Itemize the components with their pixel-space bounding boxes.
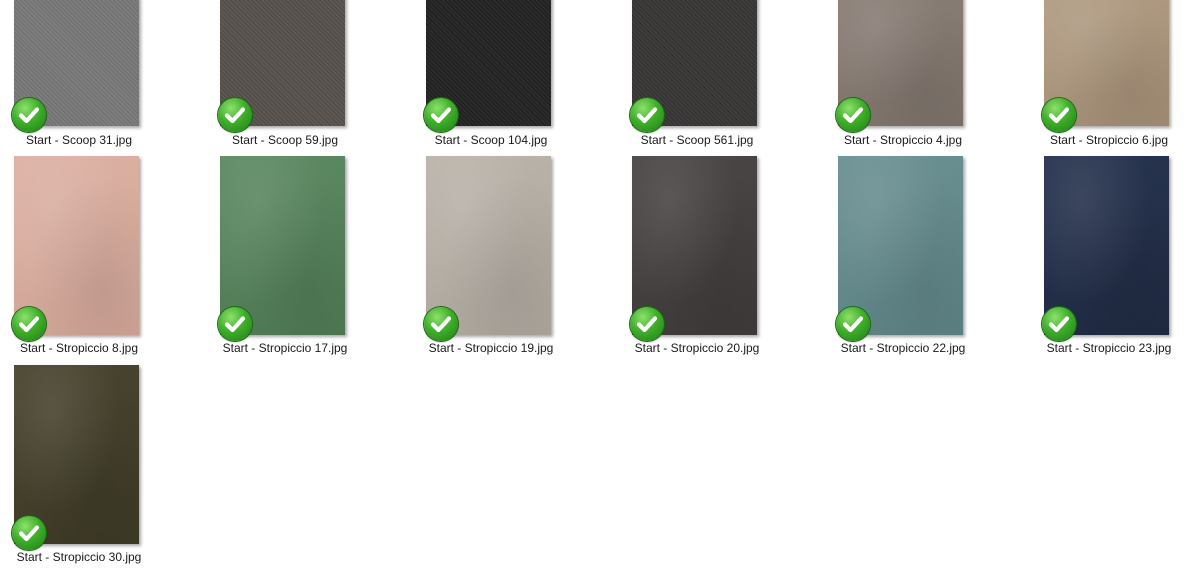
file-name-label: Start - Scoop 561.jpg	[640, 133, 754, 147]
green-check-icon	[424, 307, 458, 341]
file-item[interactable]: Start - Stropiccio 20.jpg	[589, 156, 795, 365]
file-name-label: Start - Stropiccio 23.jpg	[1046, 341, 1172, 355]
file-item[interactable]: Start - Stropiccio 19.jpg	[383, 156, 589, 365]
file-item[interactable]: Start - Stropiccio 8.jpg	[0, 156, 177, 365]
green-check-icon	[12, 307, 46, 341]
green-check-icon	[836, 98, 870, 132]
file-name-label: Start - Stropiccio 17.jpg	[222, 341, 348, 355]
file-item[interactable]: Start - Stropiccio 17.jpg	[177, 156, 383, 365]
green-check-icon	[12, 98, 46, 132]
file-icon-grid: Start - Scoop 31.jpg Start - Scoop 59.jpg…	[0, 0, 1200, 569]
file-name-label: Start - Stropiccio 6.jpg	[1049, 133, 1169, 147]
file-name-label: Start - Stropiccio 19.jpg	[428, 341, 554, 355]
file-name-label: Start - Stropiccio 20.jpg	[634, 341, 760, 355]
green-check-icon	[1042, 307, 1076, 341]
file-name-label: Start - Scoop 104.jpg	[434, 133, 548, 147]
file-name-label: Start - Stropiccio 4.jpg	[843, 133, 963, 147]
file-item[interactable]: Start - Stropiccio 23.jpg	[1001, 156, 1200, 365]
file-name-label: Start - Stropiccio 30.jpg	[16, 550, 142, 564]
file-item[interactable]: Start - Stropiccio 22.jpg	[795, 156, 1001, 365]
green-check-icon	[1042, 98, 1076, 132]
file-item[interactable]: Start - Stropiccio 30.jpg	[0, 365, 177, 569]
green-check-icon	[424, 98, 458, 132]
green-check-icon	[836, 307, 870, 341]
green-check-icon	[12, 516, 46, 550]
file-name-label: Start - Scoop 59.jpg	[231, 133, 339, 147]
green-check-icon	[630, 98, 664, 132]
file-name-label: Start - Stropiccio 8.jpg	[19, 341, 139, 355]
file-name-label: Start - Scoop 31.jpg	[25, 133, 133, 147]
file-name-label: Start - Stropiccio 22.jpg	[840, 341, 966, 355]
green-check-icon	[218, 98, 252, 132]
green-check-icon	[630, 307, 664, 341]
green-check-icon	[218, 307, 252, 341]
